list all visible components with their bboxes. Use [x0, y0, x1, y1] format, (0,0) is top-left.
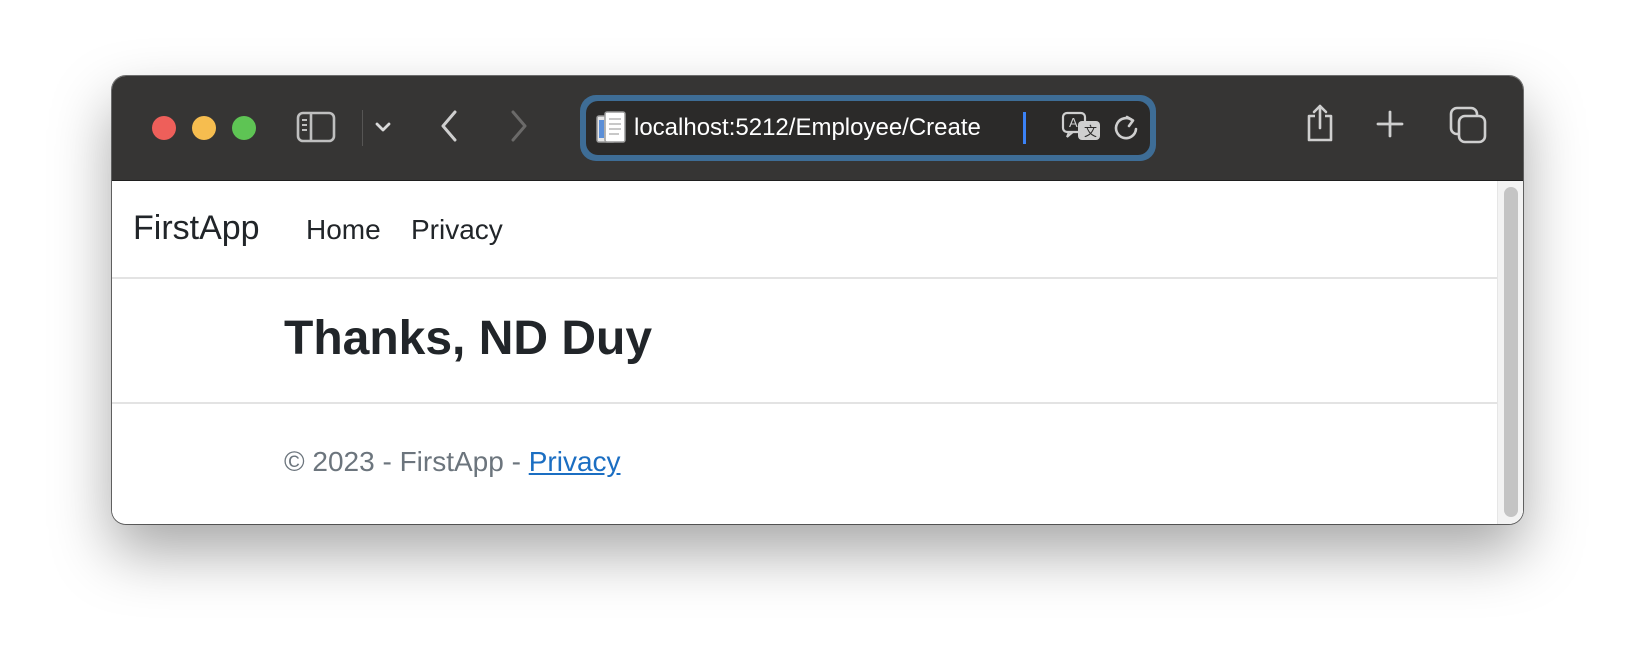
maximize-window-button[interactable] — [232, 116, 256, 140]
document-icon — [594, 109, 630, 147]
web-page: FirstApp Home Privacy Thanks, ND Duy © 2… — [112, 181, 1523, 524]
chevron-left-icon[interactable] — [434, 104, 464, 148]
page-title: Thanks, ND Duy — [284, 312, 653, 365]
nav-link-home[interactable]: Home — [306, 213, 381, 247]
address-bar-url[interactable]: localhost:5212/Employee/Create — [634, 108, 981, 148]
svg-text:文: 文 — [1084, 124, 1097, 139]
svg-text:A: A — [1069, 115, 1078, 130]
footer-copyright: © 2023 - FirstApp - — [284, 446, 529, 477]
browser-toolbar: localhost:5212/Employee/Create A 文 — [112, 76, 1523, 181]
tabs-overview-icon[interactable] — [1448, 105, 1488, 145]
plus-icon[interactable] — [1372, 106, 1408, 142]
browser-window: localhost:5212/Employee/Create A 文 First… — [112, 76, 1523, 524]
navbar-brand[interactable]: FirstApp — [133, 208, 260, 248]
site-footer: © 2023 - FirstApp - Privacy — [284, 445, 621, 479]
scrollbar-thumb[interactable] — [1504, 187, 1518, 517]
close-window-button[interactable] — [152, 116, 176, 140]
nav-link-privacy[interactable]: Privacy — [411, 213, 503, 247]
footer-divider — [112, 402, 1497, 404]
chevron-right-icon[interactable] — [504, 104, 534, 148]
toolbar-separator — [362, 110, 363, 146]
minimize-window-button[interactable] — [192, 116, 216, 140]
site-navbar: FirstApp Home Privacy — [112, 181, 1497, 279]
chevron-down-icon[interactable] — [370, 113, 396, 141]
sidebar-icon[interactable] — [295, 106, 337, 148]
reload-icon[interactable] — [1110, 111, 1142, 145]
footer-privacy-link[interactable]: Privacy — [529, 446, 621, 477]
share-icon[interactable] — [1302, 100, 1338, 146]
text-cursor — [1023, 112, 1026, 144]
translate-icon[interactable]: A 文 — [1061, 109, 1103, 145]
